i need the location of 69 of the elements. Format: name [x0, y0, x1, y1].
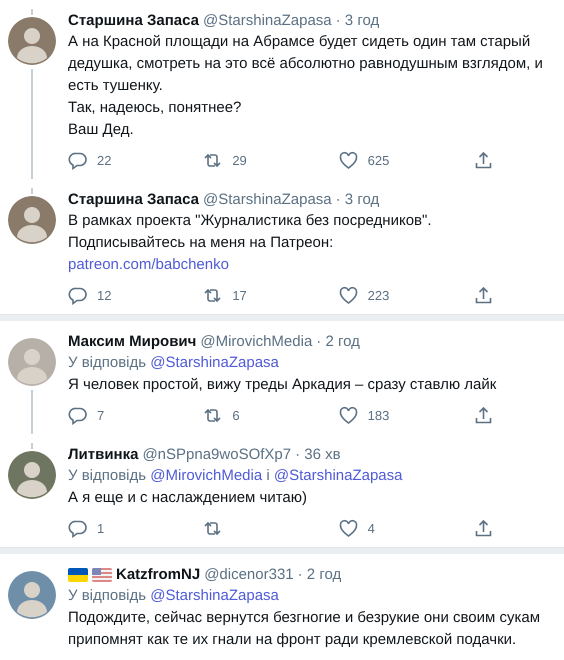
tweet-time[interactable]: · 2 год: [298, 565, 342, 585]
share-button[interactable]: [474, 406, 493, 425]
retweet-icon: [203, 519, 222, 538]
tweet-text: Ваш Дед.: [68, 120, 135, 140]
avatar-icon: [8, 338, 56, 386]
avatar-icon: [8, 451, 56, 499]
share-icon: [474, 286, 493, 305]
user-name[interactable]: Максим Мирович: [68, 332, 196, 352]
tweet-text: Подписывайтесь на меня на Патреон:: [68, 233, 334, 253]
user-handle[interactable]: @StarshinaZapasa: [203, 190, 332, 210]
reply-line: У відповідь @StarshinaZapasa: [68, 586, 280, 606]
tweet-text: Так, надеюсь, понятнее?: [68, 98, 242, 118]
retweet-icon: [203, 286, 222, 305]
reply-line: У відповідь @MirovichMedia і @StarshinaZapasa: [68, 466, 404, 486]
user-handle[interactable]: @nSPpna9woSOfXp7: [142, 445, 292, 465]
user-name[interactable]: Старшина Запаса: [68, 190, 199, 210]
tweet-link[interactable]: patreon.com/babchenko: [68, 254, 548, 276]
heart-icon: [338, 406, 358, 425]
avatar-icon: [8, 571, 56, 619]
heart-icon: [338, 151, 358, 170]
tweet-text: Подождите, сейчас вернутся безгногие и безрукие они своим сукам припомнят как те их гнали на фронт ради кремлевской подачки.: [68, 608, 542, 650]
share-button[interactable]: [474, 519, 493, 538]
avatar-icon: [8, 17, 56, 65]
mention-link[interactable]: @StarshinaZapasa: [150, 587, 279, 604]
speech-bubble-icon: [68, 519, 87, 538]
tweet-time[interactable]: · 36 хв: [295, 445, 341, 465]
speech-bubble-icon: [68, 406, 87, 425]
user-handle[interactable]: @dicenor331: [204, 565, 294, 585]
retweet-button[interactable]: 17: [203, 286, 294, 305]
tweet-text: А на Красной площади на Абрамсе будет сидеть один там старый дедушка, смотреть на это всё абсолютно равнодушным взглядом, и есть тушенку.: [68, 32, 544, 96]
retweet-icon: [203, 151, 222, 170]
heart-button[interactable]: 223: [338, 286, 429, 305]
tweet-text: В рамках проекта "Журналистика без посредников".: [68, 211, 433, 231]
mention-link[interactable]: @StarshinaZapasa: [274, 467, 402, 484]
user-name[interactable]: Литвинка: [68, 445, 138, 465]
tweet-text: А я еще и с наслаждением читаю): [68, 488, 308, 508]
tweet-time[interactable]: · 2 год: [316, 332, 360, 352]
heart-button[interactable]: 625: [338, 151, 429, 170]
share-button[interactable]: [474, 286, 493, 305]
retweet-button[interactable]: 6: [203, 406, 294, 425]
speech-bubble-icon: [68, 286, 87, 305]
tweet-text: Я человек простой, вижу треды Аркадия – сразу ставлю лайк: [68, 375, 498, 395]
heart-icon: [338, 519, 358, 538]
heart-button[interactable]: 183: [338, 406, 429, 425]
tweet-time[interactable]: · 3 год: [336, 190, 380, 210]
avatar-icon: [8, 196, 56, 244]
user-handle[interactable]: @MirovichMedia: [200, 332, 312, 352]
share-icon: [474, 519, 493, 538]
speech-bubble-button[interactable]: 1: [68, 519, 158, 538]
reply-line: У відповідь @StarshinaZapasa: [68, 353, 280, 373]
speech-bubble-icon: [68, 151, 87, 170]
speech-bubble-button[interactable]: 12: [68, 286, 158, 305]
speech-bubble-button[interactable]: 7: [68, 406, 158, 425]
mention-link[interactable]: @MirovichMedia: [150, 467, 262, 484]
tweet-time[interactable]: · 3 год: [336, 11, 380, 31]
user-handle[interactable]: @StarshinaZapasa: [203, 11, 332, 31]
usa-flag-icon: [92, 568, 112, 582]
share-icon: [474, 406, 493, 425]
share-icon: [474, 151, 493, 170]
user-name[interactable]: Старшина Запаса: [68, 11, 199, 31]
ukraine-flag-icon: [68, 568, 88, 582]
mention-link[interactable]: @StarshinaZapasa: [150, 354, 279, 371]
heart-icon: [338, 286, 358, 305]
heart-button[interactable]: 4: [338, 519, 429, 538]
user-name[interactable]: KatzfromNJ: [116, 565, 200, 585]
share-button[interactable]: [474, 151, 493, 170]
retweet-button[interactable]: 29: [203, 151, 294, 170]
speech-bubble-button[interactable]: 22: [68, 151, 158, 170]
retweet-icon: [203, 406, 222, 425]
